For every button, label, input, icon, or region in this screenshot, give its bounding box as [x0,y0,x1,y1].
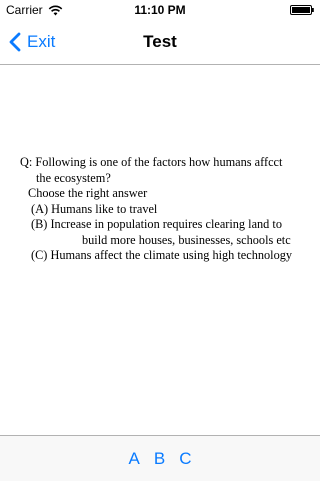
option-b-text-continued: build more houses, businesses, schools e… [82,232,291,247]
question-line-2: the ecosystem? [36,170,111,185]
answer-c-button[interactable]: C [177,449,193,469]
status-bar: Carrier 11:10 PM [0,0,320,20]
status-time: 11:10 PM [134,3,186,17]
question-text: Q: Following is one of the factors how h… [20,155,310,264]
page-title: Test [143,32,177,51]
answer-bar: A B C [0,435,320,481]
question-line-1: Q: Following is one of the factors how h… [20,155,283,169]
option-c-text: (C) Humans affect the climate using high… [31,248,293,262]
answer-b-button[interactable]: B [152,449,167,469]
battery-icon [290,5,314,15]
nav-bar: Exit Test [0,20,320,65]
option-b-text: (B) Increase in population requires clea… [31,217,282,231]
question-content: Q: Following is one of the factors how h… [0,65,320,435]
option-a-text: (A) Humans like to travel [31,201,158,216]
question-prompt: Choose the right answer [28,186,148,200]
answer-a-button[interactable]: A [127,449,142,469]
